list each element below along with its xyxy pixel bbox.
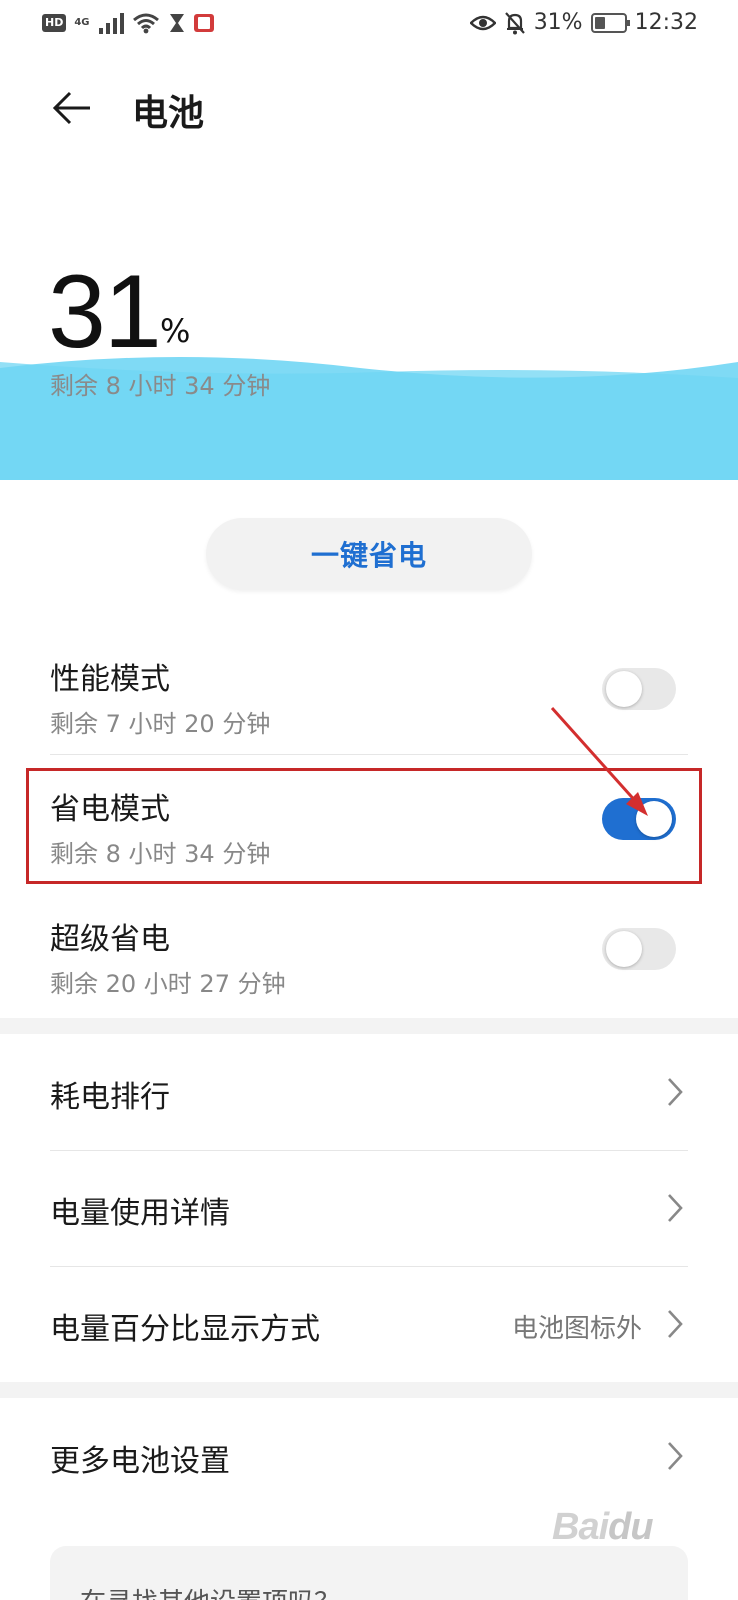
battery-percent-value: 31	[48, 254, 162, 370]
chevron-right-icon	[668, 1194, 683, 1222]
chevron-right-icon	[668, 1310, 683, 1338]
list-label: 电量百分比显示方式	[50, 1312, 320, 1347]
toggle-knob	[606, 931, 642, 967]
list-label: 电量使用详情	[50, 1196, 230, 1231]
status-right: 31% 12:32	[469, 10, 698, 35]
baidu-watermark-icon: Baidu	[552, 1500, 702, 1580]
usage-details-row[interactable]: 电量使用详情	[0, 1152, 738, 1264]
status-bar: HD 4G 31% 12:32	[0, 0, 738, 52]
mode-row-ultra-saving[interactable]: 超级省电 剩余 20 小时 27 分钟	[0, 886, 738, 1014]
mode-title: 性能模式	[50, 662, 170, 697]
wifi-icon	[132, 13, 159, 34]
eye-icon	[469, 15, 496, 30]
watermark-logo: Baidu	[552, 1506, 654, 1548]
hourglass-icon	[169, 14, 184, 32]
network-type: 4G	[74, 17, 90, 28]
status-left: HD 4G	[42, 12, 214, 34]
page-title: 电池	[132, 93, 205, 134]
battery-icon	[590, 12, 630, 33]
list-label: 耗电排行	[50, 1080, 170, 1115]
app-header: 电池	[0, 72, 738, 144]
more-battery-settings-row[interactable]: 更多电池设置	[0, 1400, 738, 1512]
section-gap	[0, 1018, 738, 1034]
chevron-right-icon	[668, 1442, 683, 1470]
divider	[50, 1150, 688, 1151]
mode-remaining: 剩余 7 小时 20 分钟	[50, 710, 271, 738]
hd-icon: HD	[42, 14, 67, 32]
one-tap-save-button[interactable]: 一键省电	[206, 518, 532, 590]
power-ranking-row[interactable]: 耗电排行	[0, 1036, 738, 1148]
annotation-arrow-icon	[550, 706, 648, 816]
bell-off-icon	[504, 11, 525, 34]
signal-icon	[98, 13, 124, 34]
mode-remaining: 剩余 20 小时 27 分钟	[50, 970, 286, 998]
hint-text: 在寻找其他设置项吗？	[80, 1582, 340, 1600]
mode-title: 超级省电	[50, 922, 170, 957]
battery-percent-unit: %	[160, 312, 191, 350]
battery-remaining-time: 剩余 8 小时 34 分钟	[50, 372, 271, 400]
ultra-saving-mode-toggle[interactable]	[602, 928, 676, 970]
battery-percent-text: 31%	[533, 10, 583, 35]
list-label: 更多电池设置	[50, 1444, 230, 1479]
battery-hero: 31 % 剩余 8 小时 34 分钟	[0, 250, 738, 480]
chevron-right-icon	[668, 1078, 683, 1106]
back-arrow-icon[interactable]	[50, 86, 94, 130]
clock: 12:32	[634, 10, 698, 35]
book-icon	[193, 14, 214, 32]
section-gap	[0, 1382, 738, 1398]
percent-display-row[interactable]: 电量百分比显示方式 电池图标外	[0, 1268, 738, 1380]
divider	[50, 1266, 688, 1267]
list-value: 电池图标外	[511, 1314, 642, 1344]
